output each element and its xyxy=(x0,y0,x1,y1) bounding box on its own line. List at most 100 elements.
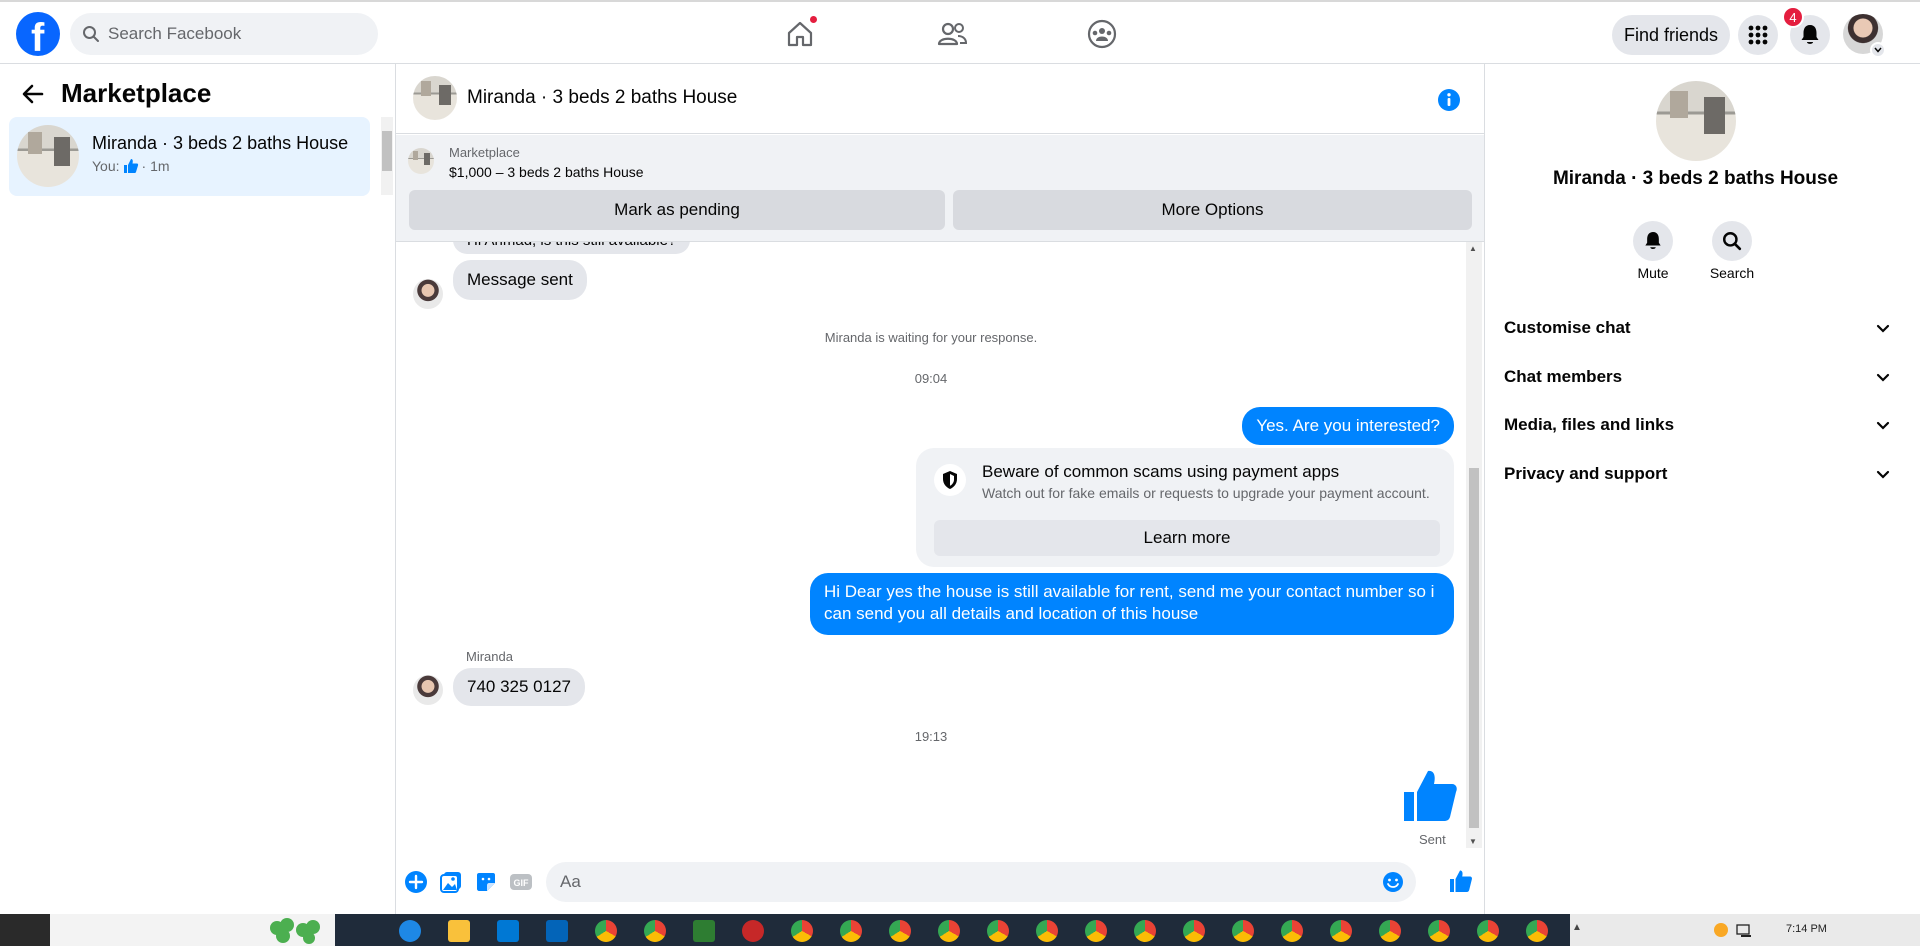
tray-overflow-icon[interactable]: ▲ xyxy=(1572,922,1582,933)
search-icon xyxy=(1723,232,1742,251)
search-input[interactable] xyxy=(108,24,348,44)
bell-icon xyxy=(1801,25,1819,44)
network-icon[interactable] xyxy=(1736,924,1754,938)
friends-icon xyxy=(937,22,968,46)
menu-button[interactable] xyxy=(1738,15,1778,55)
details-avatar[interactable] xyxy=(1656,81,1736,161)
chrome-icon[interactable] xyxy=(1477,920,1499,942)
shield-icon xyxy=(934,464,966,496)
file-explorer-icon[interactable] xyxy=(448,920,470,942)
message-input[interactable] xyxy=(560,862,1360,902)
store-icon[interactable] xyxy=(497,920,519,942)
mute-action[interactable]: Mute xyxy=(1623,221,1683,281)
taskbar-search-area[interactable] xyxy=(50,914,335,946)
chrome-icon[interactable] xyxy=(1379,920,1401,942)
section-label: Privacy and support xyxy=(1504,464,1668,483)
more-options-button[interactable]: More Options xyxy=(953,190,1472,230)
message-input-wrap[interactable] xyxy=(546,862,1416,902)
chrome-icon[interactable] xyxy=(644,920,666,942)
edge-icon[interactable] xyxy=(399,920,421,942)
app-icon[interactable] xyxy=(742,920,764,942)
chrome-icon[interactable] xyxy=(595,920,617,942)
section-customise-chat[interactable]: Customise chat xyxy=(1504,306,1890,350)
menu-grid-icon xyxy=(1748,25,1768,45)
friends-tab[interactable] xyxy=(924,10,980,58)
chat-avatar[interactable] xyxy=(413,76,457,120)
sidebar-scrollbar[interactable] xyxy=(381,117,393,195)
sender-name: Miranda xyxy=(466,649,513,664)
learn-more-button[interactable]: Learn more xyxy=(934,520,1440,556)
section-label: Customise chat xyxy=(1504,318,1631,337)
send-like-icon[interactable] xyxy=(1449,869,1473,893)
notification-badge: 4 xyxy=(1782,6,1804,28)
section-media-files-links[interactable]: Media, files and links xyxy=(1504,403,1890,447)
message-composer: GIF xyxy=(396,862,1484,902)
chat-details-panel: Miranda · 3 beds 2 baths House Mute Sear… xyxy=(1484,64,1905,914)
groups-tab[interactable] xyxy=(1074,10,1130,58)
chrome-icon[interactable] xyxy=(791,920,813,942)
groups-icon xyxy=(1087,19,1117,49)
large-thumbs-up-icon xyxy=(1404,770,1457,821)
search-action[interactable]: Search xyxy=(1702,221,1762,281)
conversation-name: Miranda · 3 beds 2 baths House xyxy=(92,133,349,153)
chat-title[interactable]: Miranda · 3 beds 2 baths House xyxy=(467,87,737,109)
sender-avatar[interactable] xyxy=(413,675,443,705)
sent-status: Sent xyxy=(1419,832,1446,847)
home-tab[interactable] xyxy=(772,10,828,58)
chrome-icon[interactable] xyxy=(1134,920,1156,942)
mark-pending-button[interactable]: Mark as pending xyxy=(409,190,945,230)
chrome-icon[interactable] xyxy=(1183,920,1205,942)
scam-warning-title: Beware of common scams using payment app… xyxy=(982,462,1340,481)
conversation-item[interactable]: Miranda · 3 beds 2 baths House You: · 1m xyxy=(9,117,370,196)
outgoing-message: Yes. Are you interested? xyxy=(1242,407,1454,445)
taskbar-clock[interactable]: 7:14 PM xyxy=(1786,923,1827,935)
gif-icon[interactable]: GIF xyxy=(509,870,533,894)
section-chat-members[interactable]: Chat members xyxy=(1504,355,1890,399)
search-bar[interactable] xyxy=(70,13,378,55)
taskbar-start-area[interactable] xyxy=(0,914,50,946)
chrome-icon[interactable] xyxy=(1526,920,1548,942)
chevron-down-icon xyxy=(1876,470,1890,479)
listing-label: Marketplace xyxy=(449,145,520,160)
scam-warning-card: Beware of common scams using payment app… xyxy=(916,448,1454,567)
chat-header: Miranda · 3 beds 2 baths House xyxy=(396,64,1484,134)
preview-time: · 1m xyxy=(141,158,170,174)
section-label: Media, files and links xyxy=(1504,415,1675,434)
outlook-icon[interactable] xyxy=(546,920,568,942)
chrome-icon[interactable] xyxy=(1428,920,1450,942)
listing-price-title[interactable]: $1,000 – 3 beds 2 baths House xyxy=(449,164,644,180)
facebook-logo[interactable]: f xyxy=(16,12,60,60)
chrome-icon[interactable] xyxy=(1232,920,1254,942)
panel-title: Marketplace xyxy=(61,78,212,108)
svg-text:GIF: GIF xyxy=(514,878,530,888)
section-privacy-support[interactable]: Privacy and support xyxy=(1504,452,1890,496)
scam-warning-description: Watch out for fake emails or requests to… xyxy=(982,485,1430,501)
photo-icon[interactable] xyxy=(439,870,463,894)
plus-icon[interactable] xyxy=(404,870,428,894)
listing-thumbnail-small xyxy=(408,148,434,174)
emoji-icon[interactable] xyxy=(1382,871,1404,893)
search-label: Search xyxy=(1709,265,1755,281)
spreadsheet-icon[interactable] xyxy=(693,920,715,942)
account-caret[interactable] xyxy=(1870,42,1886,58)
find-friends-button[interactable]: Find friends xyxy=(1612,15,1730,55)
timestamp: 19:13 xyxy=(914,729,948,744)
chrome-icon[interactable] xyxy=(840,920,862,942)
message-scrollbar[interactable]: ▲ ▼ xyxy=(1466,242,1482,848)
tray-app-icon[interactable] xyxy=(1714,923,1728,937)
chevron-down-icon xyxy=(1876,324,1890,333)
chrome-icon[interactable] xyxy=(1036,920,1058,942)
sticker-icon[interactable] xyxy=(474,870,498,894)
chrome-icon[interactable] xyxy=(1085,920,1107,942)
conversation-list-panel: Marketplace Miranda · 3 beds 2 baths Hou… xyxy=(0,64,396,914)
chrome-icon[interactable] xyxy=(1330,920,1352,942)
chrome-icon[interactable] xyxy=(987,920,1009,942)
top-navigation: f Find friends xyxy=(0,0,1920,64)
partial-message-bubble: Hi Ahmad, is this still available? xyxy=(453,242,691,254)
back-arrow-icon[interactable] xyxy=(22,84,44,104)
chrome-icon[interactable] xyxy=(889,920,911,942)
info-icon[interactable] xyxy=(1437,88,1461,112)
sender-avatar[interactable] xyxy=(413,279,443,309)
chrome-icon[interactable] xyxy=(938,920,960,942)
chrome-icon[interactable] xyxy=(1281,920,1303,942)
